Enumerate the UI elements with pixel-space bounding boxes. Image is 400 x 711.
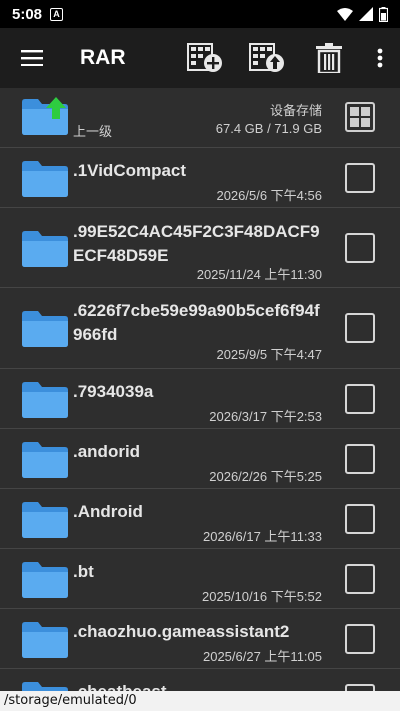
menu-button[interactable]	[0, 28, 64, 88]
list-item[interactable]: .chaozhuo.gameassistant2 2025/6/27 上午11:…	[0, 609, 400, 669]
folder-icon	[22, 231, 68, 267]
menu-icon	[21, 50, 43, 66]
file-date: 2026/6/17 上午11:33	[202, 529, 322, 544]
file-name: .cheatbeast	[73, 680, 325, 691]
select-checkbox[interactable]	[345, 624, 375, 654]
notification-a-icon: A	[50, 7, 64, 21]
archive-add-icon	[187, 43, 222, 72]
file-name: .7934039a	[73, 382, 154, 401]
folder-icon	[22, 502, 68, 538]
list-item[interactable]: .bt 2025/10/16 下午5:52	[0, 549, 400, 609]
select-checkbox[interactable]	[345, 444, 375, 474]
file-name: .andorid	[73, 442, 141, 461]
add-to-archive-button[interactable]	[174, 28, 236, 88]
file-name: .1VidCompact	[73, 161, 187, 180]
select-checkbox[interactable]	[345, 384, 375, 414]
grid-cell	[350, 118, 359, 127]
file-name: .6226f7cbe59e99a90b5cef6f94f966fd	[73, 301, 320, 344]
list-item[interactable]: .andorid 2026/2/26 下午5:25	[0, 429, 400, 489]
file-date: 2025/10/16 下午5:52	[202, 589, 322, 604]
list-item[interactable]: .99E52C4AC45F2C3F48DACF9ECF48D59E 2025/1…	[0, 208, 400, 288]
parent-folder-row[interactable]: 上一级 设备存储 67.4 GB / 71.9 GB	[0, 88, 400, 148]
battery-icon	[379, 6, 388, 22]
trash-icon	[316, 43, 342, 73]
folder-icon	[22, 382, 68, 418]
select-checkbox[interactable]	[345, 233, 375, 263]
file-name: .99E52C4AC45F2C3F48DACF9ECF48D59E	[73, 222, 320, 265]
folder-icon	[22, 161, 68, 197]
select-checkbox[interactable]	[345, 163, 375, 193]
folder-icon	[22, 622, 68, 658]
extract-archive-button[interactable]	[236, 28, 298, 88]
file-name: .chaozhuo.gameassistant2	[73, 622, 290, 641]
folder-icon	[22, 311, 68, 347]
view-grid-button[interactable]	[345, 102, 375, 132]
file-list: 上一级 设备存储 67.4 GB / 71.9 GB .1VidCompact …	[0, 88, 400, 691]
file-name: .bt	[73, 562, 94, 581]
file-date: 2026/3/17 下午2:53	[209, 409, 322, 424]
file-name: .Android	[73, 502, 143, 521]
grid-cell	[361, 118, 370, 127]
file-date: 2025/11/24 上午11:30	[196, 267, 322, 282]
signal-icon	[359, 7, 373, 21]
select-checkbox[interactable]	[345, 504, 375, 534]
select-checkbox[interactable]	[345, 684, 375, 691]
more-options-button[interactable]	[360, 28, 400, 88]
parent-folder-label: 上一级	[73, 124, 113, 139]
select-checkbox[interactable]	[345, 313, 375, 343]
current-path: /storage/emulated/0	[0, 691, 400, 711]
list-item[interactable]: .7934039a 2026/3/17 下午2:53	[0, 369, 400, 429]
file-date: 2025/6/27 上午11:05	[202, 649, 322, 664]
file-date: 2026/2/26 下午5:25	[209, 469, 322, 484]
select-checkbox[interactable]	[345, 564, 375, 594]
file-date: 2026/5/6 下午4:56	[216, 188, 322, 203]
grid-cell	[350, 107, 359, 116]
status-time: 5:08	[12, 5, 43, 23]
folder-icon	[22, 682, 68, 691]
wifi-icon	[337, 7, 353, 21]
grid-cell	[361, 107, 370, 116]
archive-extract-icon	[249, 43, 284, 72]
app-bar: RAR	[0, 28, 400, 88]
list-item[interactable]: .Android 2026/6/17 上午11:33	[0, 489, 400, 549]
folder-up-icon	[22, 97, 68, 135]
list-item[interactable]: .cheatbeast	[0, 669, 400, 691]
delete-button[interactable]	[298, 28, 360, 88]
status-bar: 5:08 A	[0, 0, 400, 28]
more-vert-icon	[377, 48, 383, 68]
app-title: RAR	[80, 46, 126, 69]
file-date: 2025/9/5 下午4:47	[216, 347, 322, 362]
folder-icon	[22, 442, 68, 478]
storage-size: 67.4 GB / 71.9 GB	[215, 121, 322, 136]
list-item[interactable]: .6226f7cbe59e99a90b5cef6f94f966fd 2025/9…	[0, 288, 400, 369]
folder-icon	[22, 562, 68, 598]
list-item[interactable]: .1VidCompact 2026/5/6 下午4:56	[0, 148, 400, 208]
storage-title: 设备存储	[269, 103, 322, 118]
